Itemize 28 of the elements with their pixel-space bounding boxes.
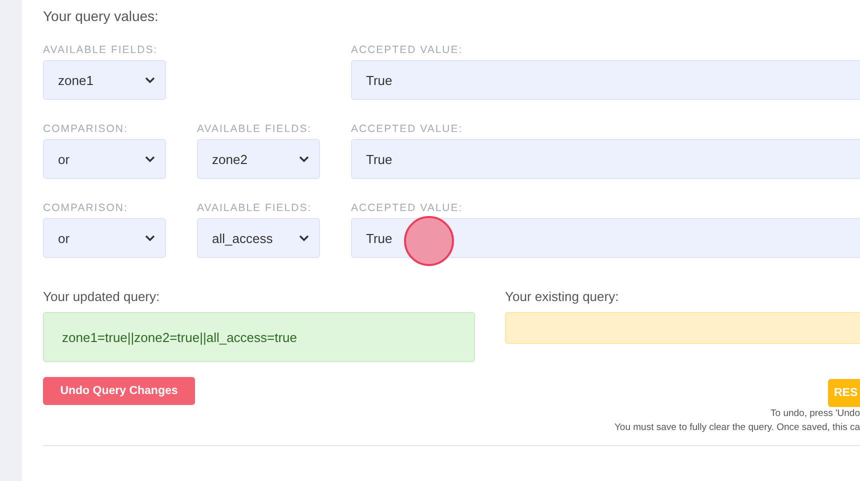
chevron-down-icon	[299, 234, 309, 242]
value-label: ACCEPTED VALUE:	[351, 43, 464, 57]
chevron-down-icon	[299, 156, 309, 162]
comparison-label: COMPARISON:	[43, 201, 129, 215]
value-input[interactable]: True	[351, 60, 860, 100]
value-input[interactable]: True	[351, 139, 860, 179]
updated-query-box: zone1=true||zone2=true||all_access=true	[43, 312, 475, 362]
help-text: To undo, press 'Undo	[770, 407, 860, 421]
chevron-down-icon	[145, 156, 155, 162]
fields-select[interactable]: zone1	[43, 60, 166, 100]
comparison-select[interactable]: or	[43, 218, 166, 258]
value-label: ACCEPTED VALUE:	[351, 122, 464, 136]
help-text: You must save to fully clear the query. Once saved, this ca	[613, 421, 860, 435]
fields-label: AVAILABLE FIELDS:	[197, 201, 313, 215]
value-input[interactable]: True	[351, 218, 860, 258]
updated-query-label: Your updated query:	[43, 288, 161, 306]
fields-label: AVAILABLE FIELDS:	[43, 43, 159, 57]
fields-select[interactable]: zone2	[197, 139, 320, 179]
chevron-down-icon	[145, 234, 155, 242]
comparison-select[interactable]: or	[43, 139, 166, 179]
chevron-down-icon	[145, 76, 155, 84]
value-label: ACCEPTED VALUE:	[351, 201, 464, 215]
existing-query-label: Your existing query:	[505, 288, 620, 306]
fields-label: AVAILABLE FIELDS:	[197, 122, 313, 136]
click-indicator	[404, 216, 454, 266]
comparison-label: COMPARISON:	[43, 122, 129, 136]
fields-select[interactable]: all_access	[197, 218, 320, 258]
section-title: Your query values:	[43, 7, 160, 26]
